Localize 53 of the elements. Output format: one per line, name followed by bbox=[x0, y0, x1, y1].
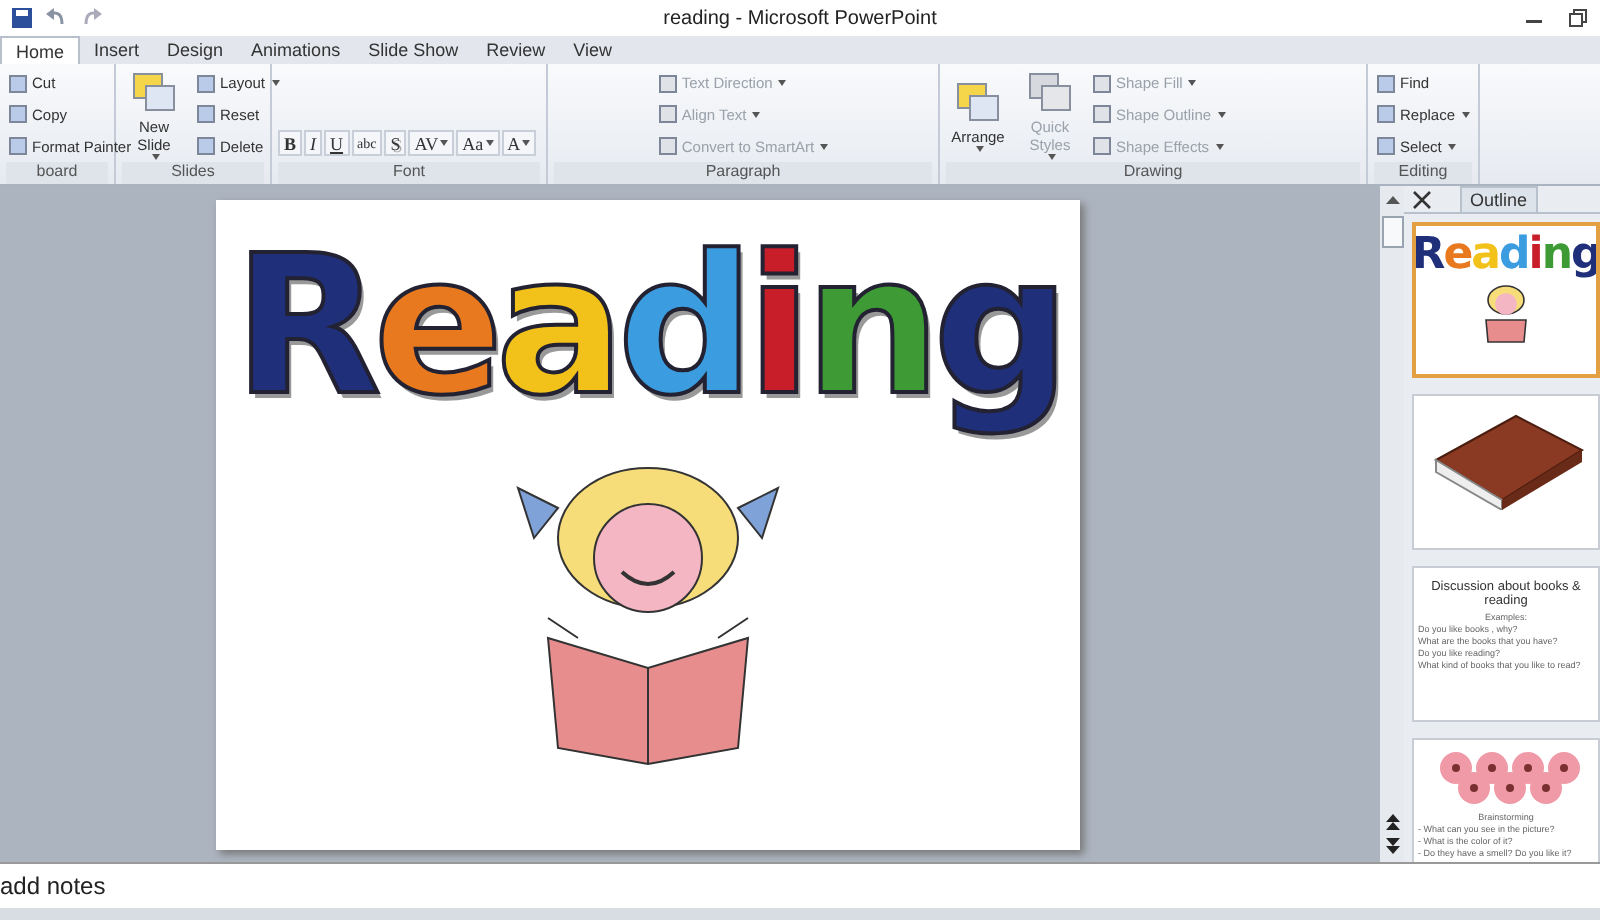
slide-title: Reading bbox=[233, 215, 1063, 435]
format-button[interactable]: Aa bbox=[456, 130, 500, 156]
tool-icon bbox=[1092, 104, 1112, 125]
ribbon-tab[interactable]: Slide Show bbox=[354, 36, 473, 64]
restore-icon[interactable] bbox=[1568, 8, 1588, 28]
slide-thumbnail[interactable] bbox=[1412, 394, 1600, 550]
tool-icon bbox=[954, 79, 1002, 123]
scroll-thumb[interactable] bbox=[1381, 216, 1403, 248]
tool-icon bbox=[1092, 73, 1112, 94]
notes-placeholder[interactable]: add notes bbox=[0, 872, 106, 900]
undo-icon[interactable] bbox=[44, 8, 68, 28]
scroll-up-icon[interactable] bbox=[1383, 192, 1401, 208]
ribbon-tab[interactable]: Animations bbox=[237, 36, 355, 64]
previous-slide-icon[interactable] bbox=[1383, 812, 1401, 830]
tool-icon bbox=[1376, 136, 1396, 157]
group-label: Slides bbox=[122, 162, 264, 184]
tool-icon bbox=[196, 73, 216, 94]
tool-icon bbox=[1376, 73, 1396, 94]
save-icon[interactable] bbox=[12, 8, 32, 28]
format-button[interactable]: A bbox=[501, 130, 537, 156]
outline-tab[interactable]: Outline bbox=[1460, 186, 1538, 212]
ribbon-tab[interactable]: Design bbox=[153, 36, 238, 64]
tool-icon bbox=[196, 104, 216, 125]
tool-icon bbox=[657, 104, 678, 125]
group-label: Editing bbox=[1374, 162, 1472, 184]
tool-icon bbox=[130, 70, 178, 114]
tool-icon bbox=[657, 73, 678, 94]
ribbon-tab[interactable]: View bbox=[559, 36, 626, 64]
ribbon-tab[interactable]: Insert bbox=[80, 36, 154, 64]
ribbon-tab[interactable]: Review bbox=[472, 36, 560, 64]
tool-icon bbox=[1092, 136, 1112, 157]
format-button[interactable]: U bbox=[324, 130, 350, 156]
ribbon-tab[interactable]: Home bbox=[0, 36, 81, 64]
tool-icon bbox=[196, 136, 216, 157]
format-button[interactable]: AV bbox=[408, 130, 455, 156]
group-label: Font bbox=[278, 162, 540, 184]
tool-icon bbox=[657, 136, 678, 157]
tool-icon bbox=[8, 104, 28, 125]
tool-icon bbox=[8, 73, 28, 94]
format-button[interactable]: I bbox=[304, 130, 323, 156]
format-button[interactable]: B bbox=[278, 130, 303, 156]
window-title: reading - Microsoft PowerPoint bbox=[661, 7, 939, 29]
tool-icon bbox=[1026, 70, 1074, 114]
format-button[interactable]: S bbox=[384, 130, 407, 156]
next-slide-icon[interactable] bbox=[1383, 838, 1401, 856]
thumbnail-title: Reading bbox=[1416, 230, 1596, 282]
tool-icon bbox=[1376, 104, 1396, 125]
group-label: Drawing bbox=[946, 162, 1360, 184]
tool-icon bbox=[8, 136, 28, 157]
close-icon[interactable] bbox=[1412, 189, 1432, 209]
group-label: board bbox=[6, 162, 108, 184]
slide-thumbnail[interactable]: Reading bbox=[1412, 222, 1600, 378]
group-label: Paragraph bbox=[554, 162, 932, 184]
